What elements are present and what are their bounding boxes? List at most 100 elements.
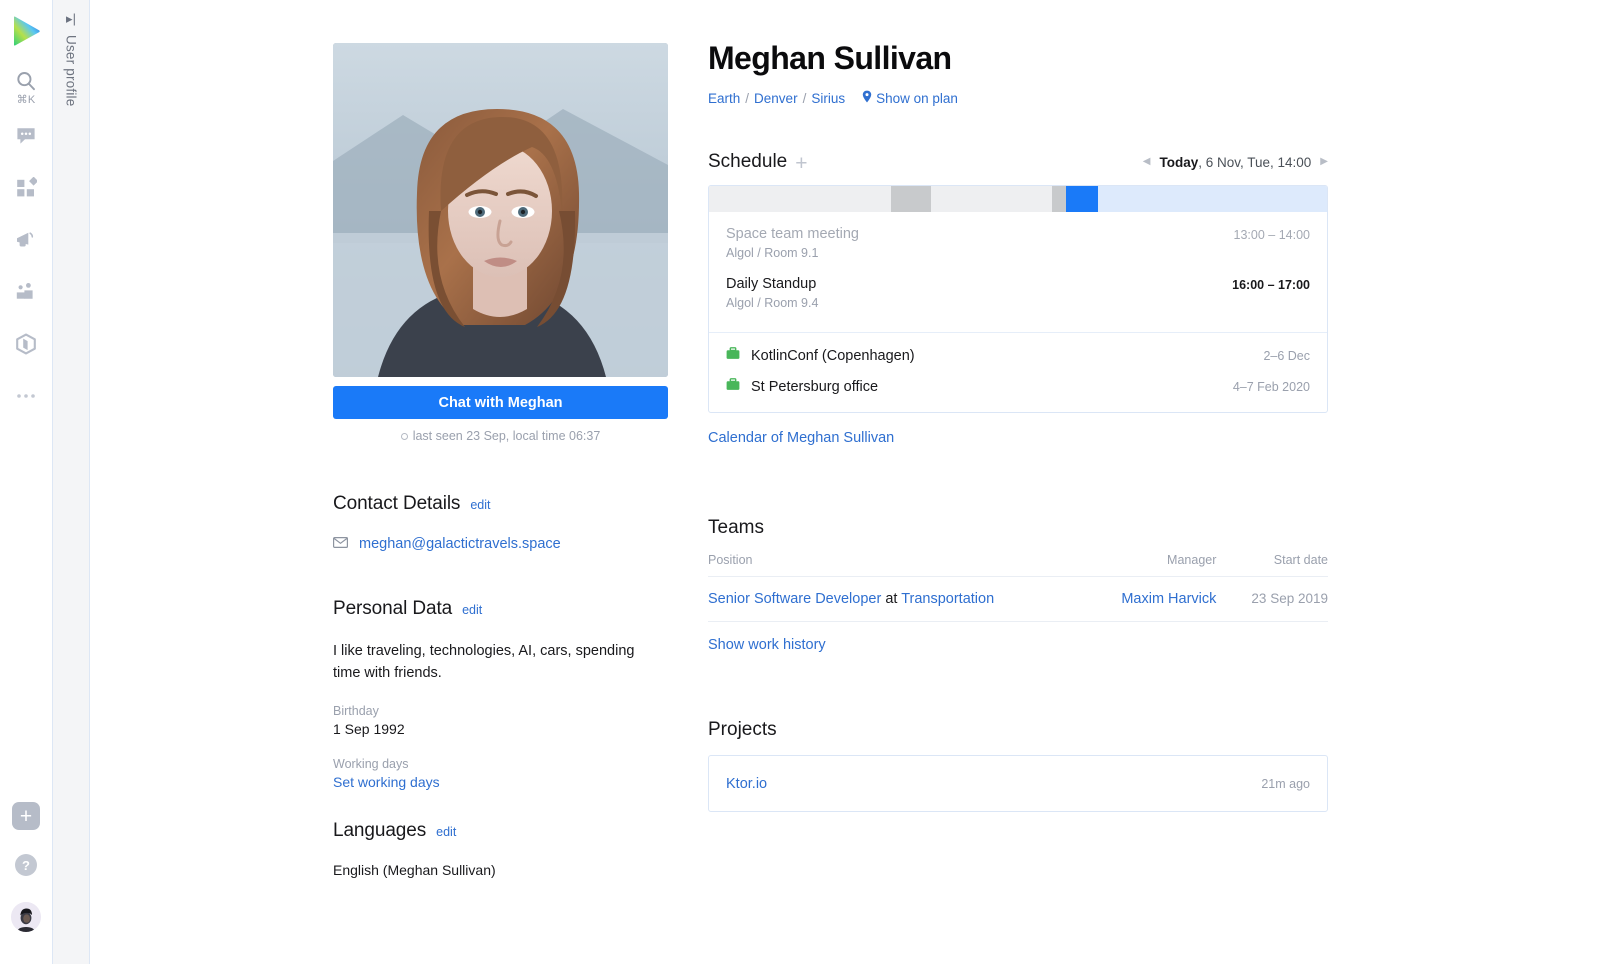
next-day-button[interactable]: ▶ bbox=[1320, 157, 1328, 167]
trip-row[interactable]: St Petersburg office 4–7 Feb 2020 bbox=[726, 378, 1310, 396]
sidebar-item-announcements[interactable] bbox=[6, 220, 46, 260]
breadcrumb-item-denver[interactable]: Denver bbox=[754, 91, 798, 106]
contact-details-header: Contact Details edit bbox=[333, 493, 668, 515]
day-timeline[interactable] bbox=[709, 186, 1327, 212]
start-date-value: 23 Sep 2019 bbox=[1251, 591, 1328, 606]
last-seen-text: last seen 23 Sep, local time 06:37 bbox=[412, 429, 601, 443]
event-time: 13:00 – 14:00 bbox=[1233, 228, 1310, 242]
app-logo[interactable] bbox=[9, 14, 43, 48]
show-on-plan-link[interactable]: Show on plan bbox=[862, 90, 958, 106]
column-header-position: Position bbox=[708, 553, 1068, 577]
table-row[interactable]: Senior Software Developer at Transportat… bbox=[708, 576, 1328, 622]
avatar-image bbox=[11, 902, 41, 932]
trip-info: St Petersburg office bbox=[726, 378, 878, 396]
schedule-date-nav: ◀ Today, 6 Nov, Tue, 14:00 ▶ bbox=[1143, 155, 1328, 170]
timeline-segment-busy bbox=[1051, 186, 1066, 212]
show-on-plan-label: Show on plan bbox=[876, 90, 958, 106]
languages-section: Languages edit English (Meghan Sullivan) bbox=[333, 820, 668, 878]
profile-content: Chat with Meghan last seen 23 Sep, local… bbox=[90, 0, 1600, 964]
project-card[interactable]: Ktor.io 21m ago bbox=[708, 755, 1328, 812]
app-root: ⌘K + ? ▸| User profile Chat with Meghan … bbox=[0, 0, 1600, 964]
breadcrumb-item-sirius[interactable]: Sirius bbox=[811, 91, 845, 106]
chat-with-user-button[interactable]: Chat with Meghan bbox=[333, 386, 668, 419]
search-icon bbox=[15, 70, 37, 92]
more-icon bbox=[15, 392, 37, 400]
edit-personal-data-link[interactable]: edit bbox=[462, 603, 482, 617]
languages-header: Languages edit bbox=[333, 820, 668, 842]
schedule-section: Schedule + ◀ Today, 6 Nov, Tue, 14:00 ▶ bbox=[708, 151, 1328, 447]
sidebar-item-people[interactable] bbox=[6, 272, 46, 312]
email-row: meghan@galactictravels.space bbox=[333, 535, 668, 553]
sidebar-item-apps[interactable] bbox=[6, 168, 46, 208]
organization-link[interactable]: Transportation bbox=[901, 591, 994, 607]
timeline-segment-free bbox=[709, 186, 892, 212]
event-info: Space team meeting Algol / Room 9.1 bbox=[726, 226, 859, 260]
help-button[interactable]: ? bbox=[15, 854, 37, 876]
birthday-label: Birthday bbox=[333, 704, 379, 719]
breadcrumb-item-earth[interactable]: Earth bbox=[708, 91, 740, 106]
profile-photo[interactable] bbox=[333, 43, 668, 377]
project-name-link[interactable]: Ktor.io bbox=[726, 776, 767, 792]
schedule-title: Schedule bbox=[708, 151, 788, 172]
schedule-date-label: , 6 Nov, Tue, 14:00 bbox=[1198, 154, 1312, 170]
sidebar-item-more[interactable] bbox=[6, 376, 46, 416]
question-mark-icon: ? bbox=[22, 857, 30, 873]
user-profile-tab-label: User profile bbox=[63, 35, 79, 107]
trip-date: 4–7 Feb 2020 bbox=[1232, 380, 1310, 394]
package-icon bbox=[15, 333, 37, 355]
set-working-days-link[interactable]: Set working days bbox=[333, 774, 668, 790]
event-name: Daily Standup bbox=[726, 276, 817, 292]
profile-left-column: Chat with Meghan last seen 23 Sep, local… bbox=[333, 43, 668, 878]
show-work-history-link[interactable]: Show work history bbox=[708, 637, 826, 653]
event-info: Daily Standup Algol / Room 9.4 bbox=[726, 276, 818, 310]
status-dot-icon bbox=[400, 432, 408, 440]
timeline-segment-future bbox=[1098, 186, 1327, 212]
previous-day-button[interactable]: ◀ bbox=[1143, 157, 1151, 167]
schedule-trip-list: KotlinConf (Copenhagen) 2–6 Dec St Peter… bbox=[709, 332, 1327, 412]
contact-details-title: Contact Details bbox=[333, 493, 461, 514]
calendar-link[interactable]: Calendar of Meghan Sullivan bbox=[708, 430, 894, 446]
sidebar-item-chats[interactable] bbox=[6, 116, 46, 156]
sidebar-item-search[interactable]: ⌘K bbox=[6, 66, 46, 110]
sidebar-item-packages[interactable] bbox=[6, 324, 46, 364]
teams-section: Teams Position Manager Start date Senior… bbox=[708, 517, 1328, 654]
start-date-cell: 23 Sep 2019 bbox=[1216, 576, 1328, 622]
column-header-start-date: Start date bbox=[1216, 553, 1328, 577]
add-schedule-event-button[interactable]: + bbox=[795, 153, 807, 174]
languages-value: English (Meghan Sullivan) bbox=[333, 862, 496, 879]
position-cell: Senior Software Developer at Transportat… bbox=[708, 576, 1068, 622]
working-days-label: Working days bbox=[333, 757, 409, 772]
trip-row[interactable]: KotlinConf (Copenhagen) 2–6 Dec bbox=[726, 347, 1310, 365]
schedule-card: Space team meeting Algol / Room 9.1 13:0… bbox=[708, 185, 1328, 413]
search-shortcut-label: ⌘K bbox=[16, 94, 36, 106]
collapse-panel-icon[interactable]: ▸| bbox=[66, 12, 76, 25]
schedule-event-row[interactable]: Daily Standup Algol / Room 9.4 16:00 – 1… bbox=[726, 276, 1310, 310]
left-navigation-rail: ⌘K + ? bbox=[0, 0, 52, 964]
envelope-icon bbox=[333, 535, 349, 553]
column-header-manager: Manager bbox=[1067, 553, 1217, 577]
plus-icon: + bbox=[19, 804, 33, 828]
languages-title: Languages bbox=[333, 820, 427, 842]
teams-table-head: Position Manager Start date bbox=[708, 553, 1328, 577]
trip-date: 2–6 Dec bbox=[1263, 349, 1310, 363]
position-link[interactable]: Senior Software Developer bbox=[708, 591, 881, 607]
birthday-value: 1 Sep 1992 bbox=[333, 721, 405, 738]
edit-languages-link[interactable]: edit bbox=[436, 825, 456, 839]
last-seen-status: last seen 23 Sep, local time 06:37 bbox=[333, 429, 668, 443]
profile-right-column: Meghan Sullivan Earth / Denver / Sirius … bbox=[708, 40, 1328, 812]
user-profile-tab[interactable]: ▸| User profile bbox=[52, 0, 90, 964]
add-button[interactable]: + bbox=[12, 802, 40, 830]
email-link[interactable]: meghan@galactictravels.space bbox=[359, 536, 561, 552]
current-user-avatar[interactable] bbox=[11, 902, 41, 932]
edit-contact-details-link[interactable]: edit bbox=[470, 498, 490, 512]
teams-table-body: Senior Software Developer at Transportat… bbox=[708, 576, 1328, 622]
trip-name: KotlinConf (Copenhagen) bbox=[751, 348, 915, 364]
people-icon bbox=[14, 281, 38, 303]
schedule-header-left: Schedule + bbox=[708, 151, 808, 174]
teams-header-row: Position Manager Start date bbox=[708, 553, 1328, 577]
breadcrumb: Earth / Denver / Sirius Show on plan bbox=[708, 90, 1328, 106]
manager-link[interactable]: Maxim Harvick bbox=[1121, 591, 1216, 607]
breadcrumb-separator: / bbox=[802, 90, 807, 106]
schedule-event-row[interactable]: Space team meeting Algol / Room 9.1 13:0… bbox=[726, 226, 1310, 260]
manager-cell: Maxim Harvick bbox=[1067, 576, 1217, 622]
